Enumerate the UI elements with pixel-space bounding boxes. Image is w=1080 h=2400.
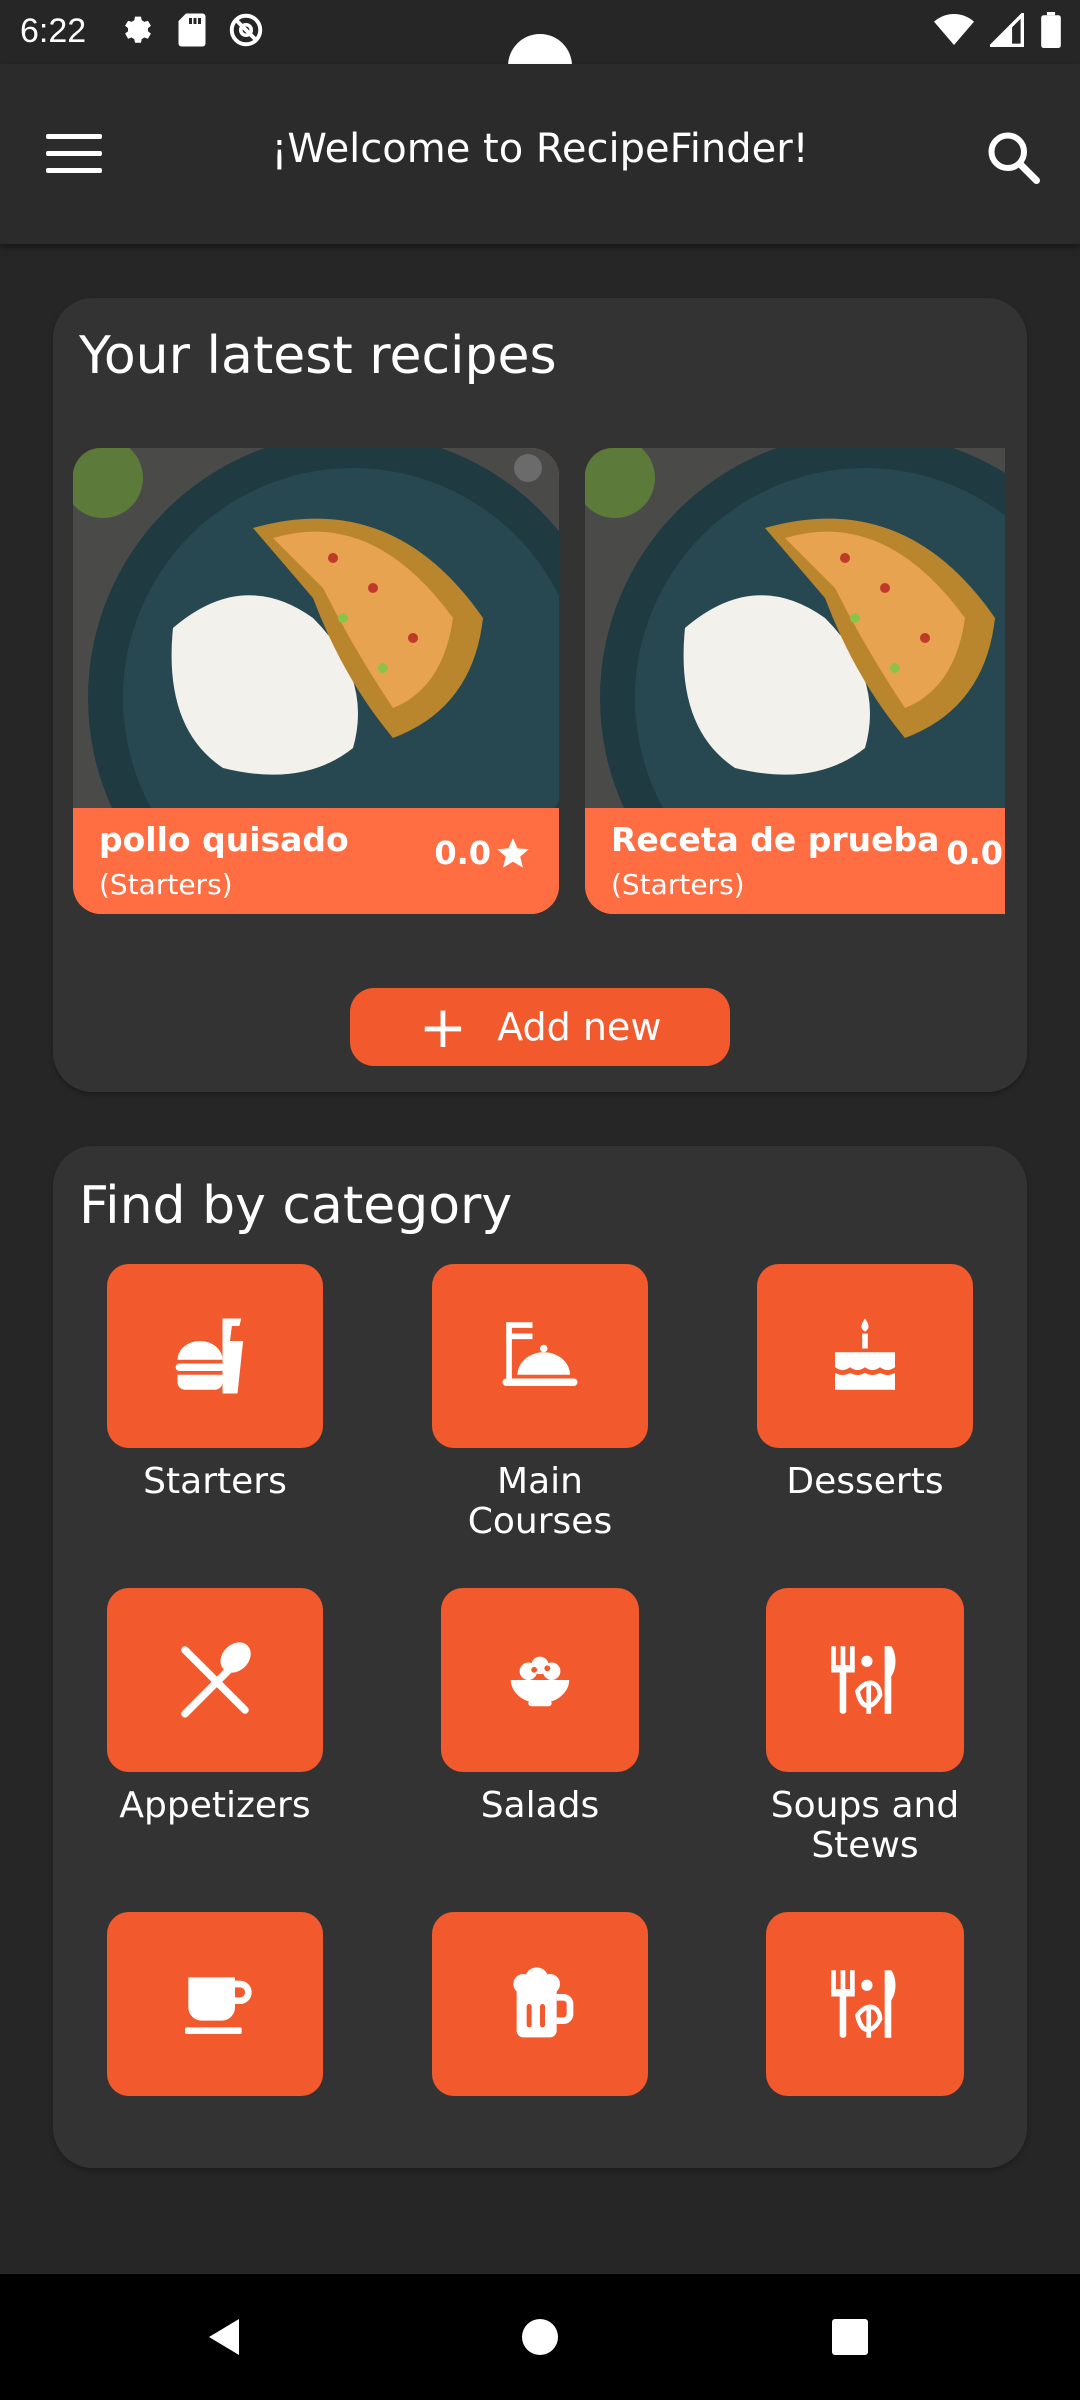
recipe-rating: 0.0: [434, 834, 531, 872]
status-time: 6:22: [20, 12, 87, 50]
recipe-category: (Starters): [99, 868, 233, 901]
category-drinks[interactable]: [95, 1912, 335, 2110]
category-salads[interactable]: Salads: [420, 1588, 660, 1826]
category-appetizers[interactable]: Appetizers: [95, 1588, 335, 1826]
status-icons-left: [120, 12, 264, 48]
category-desserts[interactable]: Desserts: [745, 1264, 985, 1502]
category-tile: [107, 1588, 323, 1772]
category-starters[interactable]: Starters: [95, 1264, 335, 1502]
recipe-footer: pollo quisado (Starters) 0.0: [73, 808, 559, 914]
recipe-category: (Starters): [611, 868, 745, 901]
recipe-footer: Receta de prueba (Starters) 0.0: [585, 808, 1005, 914]
recipes-carousel[interactable]: pollo quisado (Starters) 0.0 Receta de p…: [73, 448, 1005, 914]
category-label: Desserts: [786, 1461, 944, 1502]
category-tile: [441, 1588, 639, 1772]
star-icon: [497, 838, 529, 868]
do-not-disturb-icon: [229, 13, 263, 47]
signal-icon: [990, 13, 1024, 47]
recipe-card[interactable]: Receta de prueba (Starters) 0.0: [585, 448, 1005, 914]
status-bar: 6:22: [0, 0, 1080, 98]
recipe-name: Receta de prueba: [611, 820, 940, 859]
category-soups-stews[interactable]: Soups and Stews: [745, 1588, 985, 1866]
wifi-icon: [934, 14, 974, 45]
cloche-serving-icon: [502, 1322, 578, 1386]
recipe-name: pollo quisado: [99, 820, 349, 859]
latest-recipes-card: Your latest recipes pollo quisado (Start…: [53, 298, 1027, 1092]
category-tile: [757, 1264, 973, 1448]
category-tile: [432, 1264, 648, 1448]
category-other[interactable]: [745, 1912, 985, 2110]
salad-bowl-icon: [510, 1656, 570, 1707]
category-tile: [766, 1588, 964, 1772]
plus-icon: +: [418, 993, 468, 1061]
category-tile: [766, 1912, 964, 2096]
utensils-leaf-icon: [831, 1646, 896, 1714]
search-icon[interactable]: [984, 128, 1044, 188]
category-beverages[interactable]: [420, 1912, 660, 2110]
category-main-courses[interactable]: Main Courses: [420, 1264, 660, 1542]
app-title: ¡Welcome to RecipeFinder!: [271, 126, 809, 172]
category-label: Appetizers: [119, 1785, 311, 1826]
rating-value: 0.0: [946, 834, 1003, 872]
recipe-photo: [73, 448, 559, 808]
recents-icon[interactable]: [815, 2302, 885, 2372]
category-label: Main Courses: [467, 1461, 613, 1542]
recipe-rating: 0.0: [946, 834, 1005, 872]
category-tile: [107, 1912, 323, 2096]
settings-icon: [125, 16, 151, 43]
navigation-bar: [0, 2274, 1080, 2400]
home-icon[interactable]: [505, 2302, 575, 2372]
battery-icon: [1041, 12, 1061, 48]
beer-mug-icon: [513, 1967, 574, 2038]
category-title: Find by category: [79, 1176, 513, 1236]
status-icons-right: [934, 12, 1062, 48]
birthday-cake-icon: [835, 1318, 895, 1390]
add-new-label: Add new: [497, 1005, 662, 1049]
add-new-button[interactable]: + Add new: [350, 988, 730, 1066]
sd-card-icon: [178, 13, 206, 47]
category-tile: [107, 1264, 323, 1448]
utensils-leaf-icon: [831, 1970, 896, 2038]
coffee-cup-icon: [185, 1977, 252, 2034]
category-label: Starters: [143, 1461, 287, 1502]
recipe-photo: [585, 448, 1005, 808]
app-bar: ¡Welcome to RecipeFinder!: [0, 64, 1080, 244]
category-card: Find by category Starters Main Courses D…: [53, 1146, 1027, 2168]
latest-recipes-title: Your latest recipes: [79, 326, 557, 386]
fork-spoon-icon: [181, 1642, 251, 1718]
back-icon[interactable]: [190, 2302, 260, 2372]
category-tile: [432, 1912, 648, 2096]
recipe-card[interactable]: pollo quisado (Starters) 0.0: [73, 448, 559, 914]
rating-value: 0.0: [434, 834, 491, 872]
category-label: Soups and Stews: [770, 1785, 960, 1866]
burger-drink-icon: [175, 1318, 244, 1394]
category-label: Salads: [480, 1785, 600, 1826]
